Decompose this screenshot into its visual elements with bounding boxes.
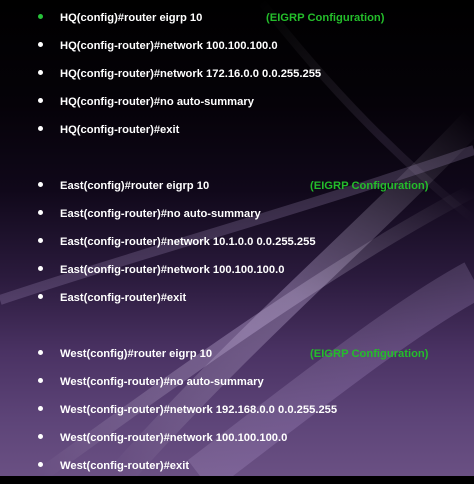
list-item: West(config-router)#network 192.168.0.0 … xyxy=(0,400,474,428)
list-item: East(config-router)#network 10.1.0.0 0.0… xyxy=(0,232,474,260)
bullet-icon xyxy=(38,406,43,411)
list-item: HQ(config)#router eigrp 10 (EIGRP Config… xyxy=(0,8,474,36)
list-item: West(config-router)#no auto-summary xyxy=(0,372,474,400)
command-text: HQ(config-router)#no auto-summary xyxy=(60,96,254,108)
eigrp-configuration-note: (EIGRP Configuration) xyxy=(266,12,385,24)
command-text: East(config-router)#no auto-summary xyxy=(60,208,261,220)
command-text: West(config-router)#network 100.100.100.… xyxy=(60,432,288,444)
command-text: West(config-router)#exit xyxy=(60,460,190,472)
list-item: East(config-router)#network 100.100.100.… xyxy=(0,260,474,288)
bullet-icon xyxy=(38,70,43,75)
bullet-icon xyxy=(38,350,43,355)
list-item: West(config)#router eigrp 10 (EIGRP Conf… xyxy=(0,344,474,372)
bullet-icon xyxy=(38,182,43,187)
bullet-icon xyxy=(38,434,43,439)
command-text: HQ(config)#router eigrp 10 xyxy=(60,12,203,24)
bullet-icon xyxy=(38,266,43,271)
bullet-icon xyxy=(38,98,43,103)
bullet-icon xyxy=(38,294,43,299)
command-text: HQ(config-router)#exit xyxy=(60,124,180,136)
bullet-icon xyxy=(38,14,43,19)
command-text: East(config-router)#exit xyxy=(60,292,187,304)
command-text: West(config-router)#no auto-summary xyxy=(60,376,264,388)
list-item: East(config-router)#exit xyxy=(0,288,474,316)
list-item: HQ(config-router)#network 100.100.100.0 xyxy=(0,36,474,64)
command-text: HQ(config-router)#network 172.16.0.0 0.0… xyxy=(60,68,322,80)
list-item: East(config-router)#no auto-summary xyxy=(0,204,474,232)
bullet-icon xyxy=(38,462,43,467)
list-item: East(config)#router eigrp 10 (EIGRP Conf… xyxy=(0,176,474,204)
east-command-list: East(config)#router eigrp 10 (EIGRP Conf… xyxy=(0,176,474,316)
command-text: HQ(config-router)#network 100.100.100.0 xyxy=(60,40,278,52)
list-item: West(config-router)#network 100.100.100.… xyxy=(0,428,474,456)
list-item: West(config-router)#exit xyxy=(0,456,474,484)
bullet-icon xyxy=(38,42,43,47)
command-text: West(config-router)#network 192.168.0.0 … xyxy=(60,404,338,416)
bullet-icon xyxy=(38,126,43,131)
list-item: HQ(config-router)#exit xyxy=(0,120,474,148)
eigrp-configuration-note: (EIGRP Configuration) xyxy=(310,348,429,360)
command-text: East(config-router)#network 10.1.0.0 0.0… xyxy=(60,236,316,248)
command-text: West(config)#router eigrp 10 xyxy=(60,348,213,360)
bullet-icon xyxy=(38,210,43,215)
command-text: East(config-router)#network 100.100.100.… xyxy=(60,264,285,276)
list-item: HQ(config-router)#no auto-summary xyxy=(0,92,474,120)
west-command-list: West(config)#router eigrp 10 (EIGRP Conf… xyxy=(0,344,474,484)
bullet-icon xyxy=(38,378,43,383)
eigrp-configuration-note: (EIGRP Configuration) xyxy=(310,180,429,192)
list-item: HQ(config-router)#network 172.16.0.0 0.0… xyxy=(0,64,474,92)
slide: HQ(config)#router eigrp 10 (EIGRP Config… xyxy=(0,0,474,476)
command-text: East(config)#router eigrp 10 xyxy=(60,180,210,192)
hq-command-list: HQ(config)#router eigrp 10 (EIGRP Config… xyxy=(0,8,474,148)
bullet-icon xyxy=(38,238,43,243)
